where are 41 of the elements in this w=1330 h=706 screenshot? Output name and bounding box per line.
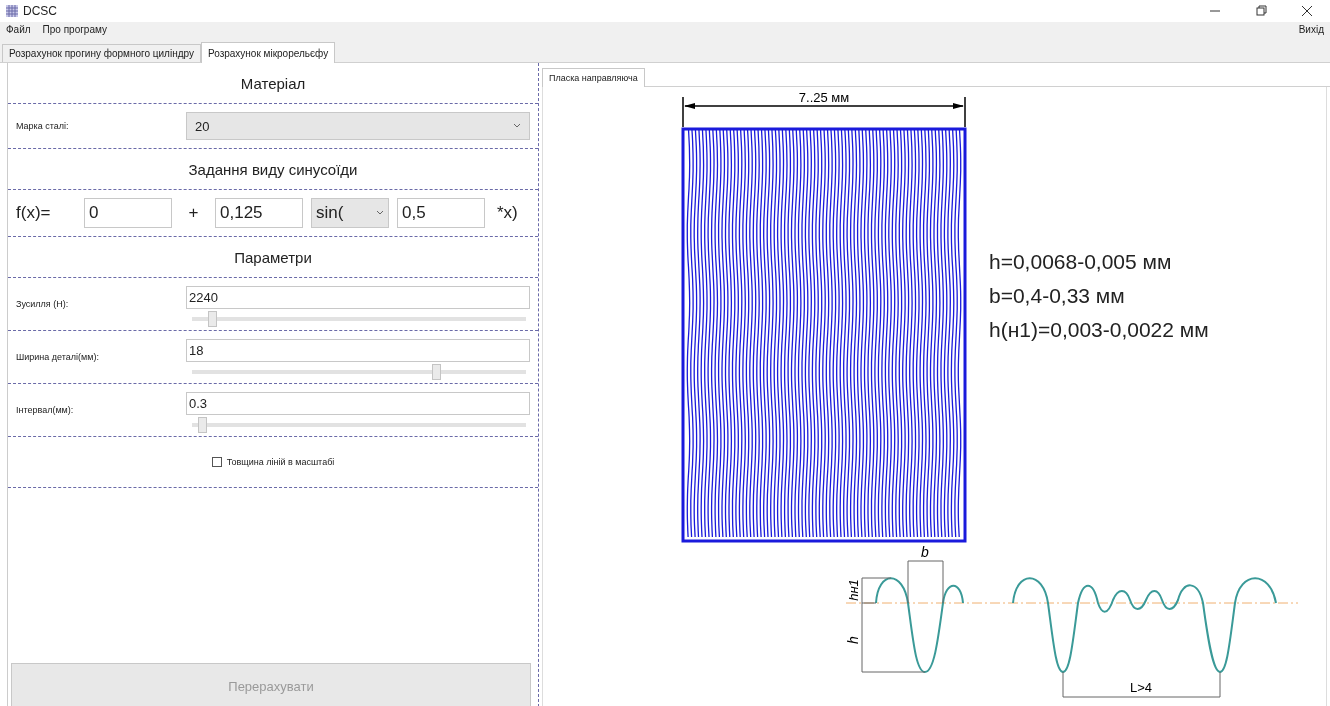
input-field[interactable]: 0,125 xyxy=(215,198,303,228)
checkbox[interactable] xyxy=(211,457,222,467)
dimension-label: hн1 xyxy=(846,579,861,601)
caret-icon xyxy=(513,123,521,129)
checkbox-label: Товщина ліній в масштабі xyxy=(226,457,335,467)
section-header: Параметри xyxy=(8,237,538,278)
input-field[interactable]: 0.3 xyxy=(186,391,530,415)
plus-sign: + xyxy=(187,203,200,223)
result-text: h=0,0068-0,005 мм xyxy=(989,249,1173,275)
dimension-label: b xyxy=(921,545,929,560)
tab[interactable]: Розрахунок мікрорельєфу xyxy=(200,42,336,63)
result-text: h(н1)=0,003-0,0022 мм xyxy=(989,317,1209,343)
section-header: Матеріал xyxy=(8,63,538,104)
field-label: Інтервал(мм): xyxy=(16,405,75,415)
slider-thumb[interactable] xyxy=(431,363,441,380)
caret-icon xyxy=(376,210,384,216)
input-field[interactable]: 0,5 xyxy=(397,198,485,228)
formula-suffix: *x) xyxy=(497,203,518,223)
dimension-label: 7..25 мм xyxy=(798,91,850,105)
field-label: Марка сталі: xyxy=(16,121,70,131)
app-icon xyxy=(6,5,18,17)
function-dropdown[interactable]: sin( xyxy=(311,198,389,228)
steel-grade-dropdown[interactable]: 20 xyxy=(186,112,530,140)
dimension-label: L>4 xyxy=(1129,680,1153,695)
slider-thumb[interactable] xyxy=(198,416,207,433)
section-header: Задання виду синусоїди xyxy=(8,149,538,190)
tab[interactable]: Розрахунок прогину формного циліндру xyxy=(2,44,201,62)
field-label: Ширина деталі(мм): xyxy=(16,352,100,362)
formula-label: f(x)= xyxy=(16,203,52,223)
input-field[interactable]: 0 xyxy=(84,198,172,228)
exit-menu-item[interactable]: Вихід xyxy=(1298,23,1324,35)
window-title: DCSC xyxy=(23,4,57,18)
menu-item[interactable]: Про програму xyxy=(42,23,107,35)
result-text: b=0,4-0,33 мм xyxy=(989,283,1126,309)
field-label: Зусилля (Н): xyxy=(16,299,70,309)
menu-item[interactable]: Файл xyxy=(6,23,31,35)
input-field[interactable]: 18 xyxy=(186,338,530,362)
tab[interactable]: Пласка направляюча xyxy=(542,68,645,87)
input-field[interactable]: 2240 xyxy=(186,285,530,309)
slider-thumb[interactable] xyxy=(208,310,218,327)
dimension-label: h xyxy=(845,636,861,644)
